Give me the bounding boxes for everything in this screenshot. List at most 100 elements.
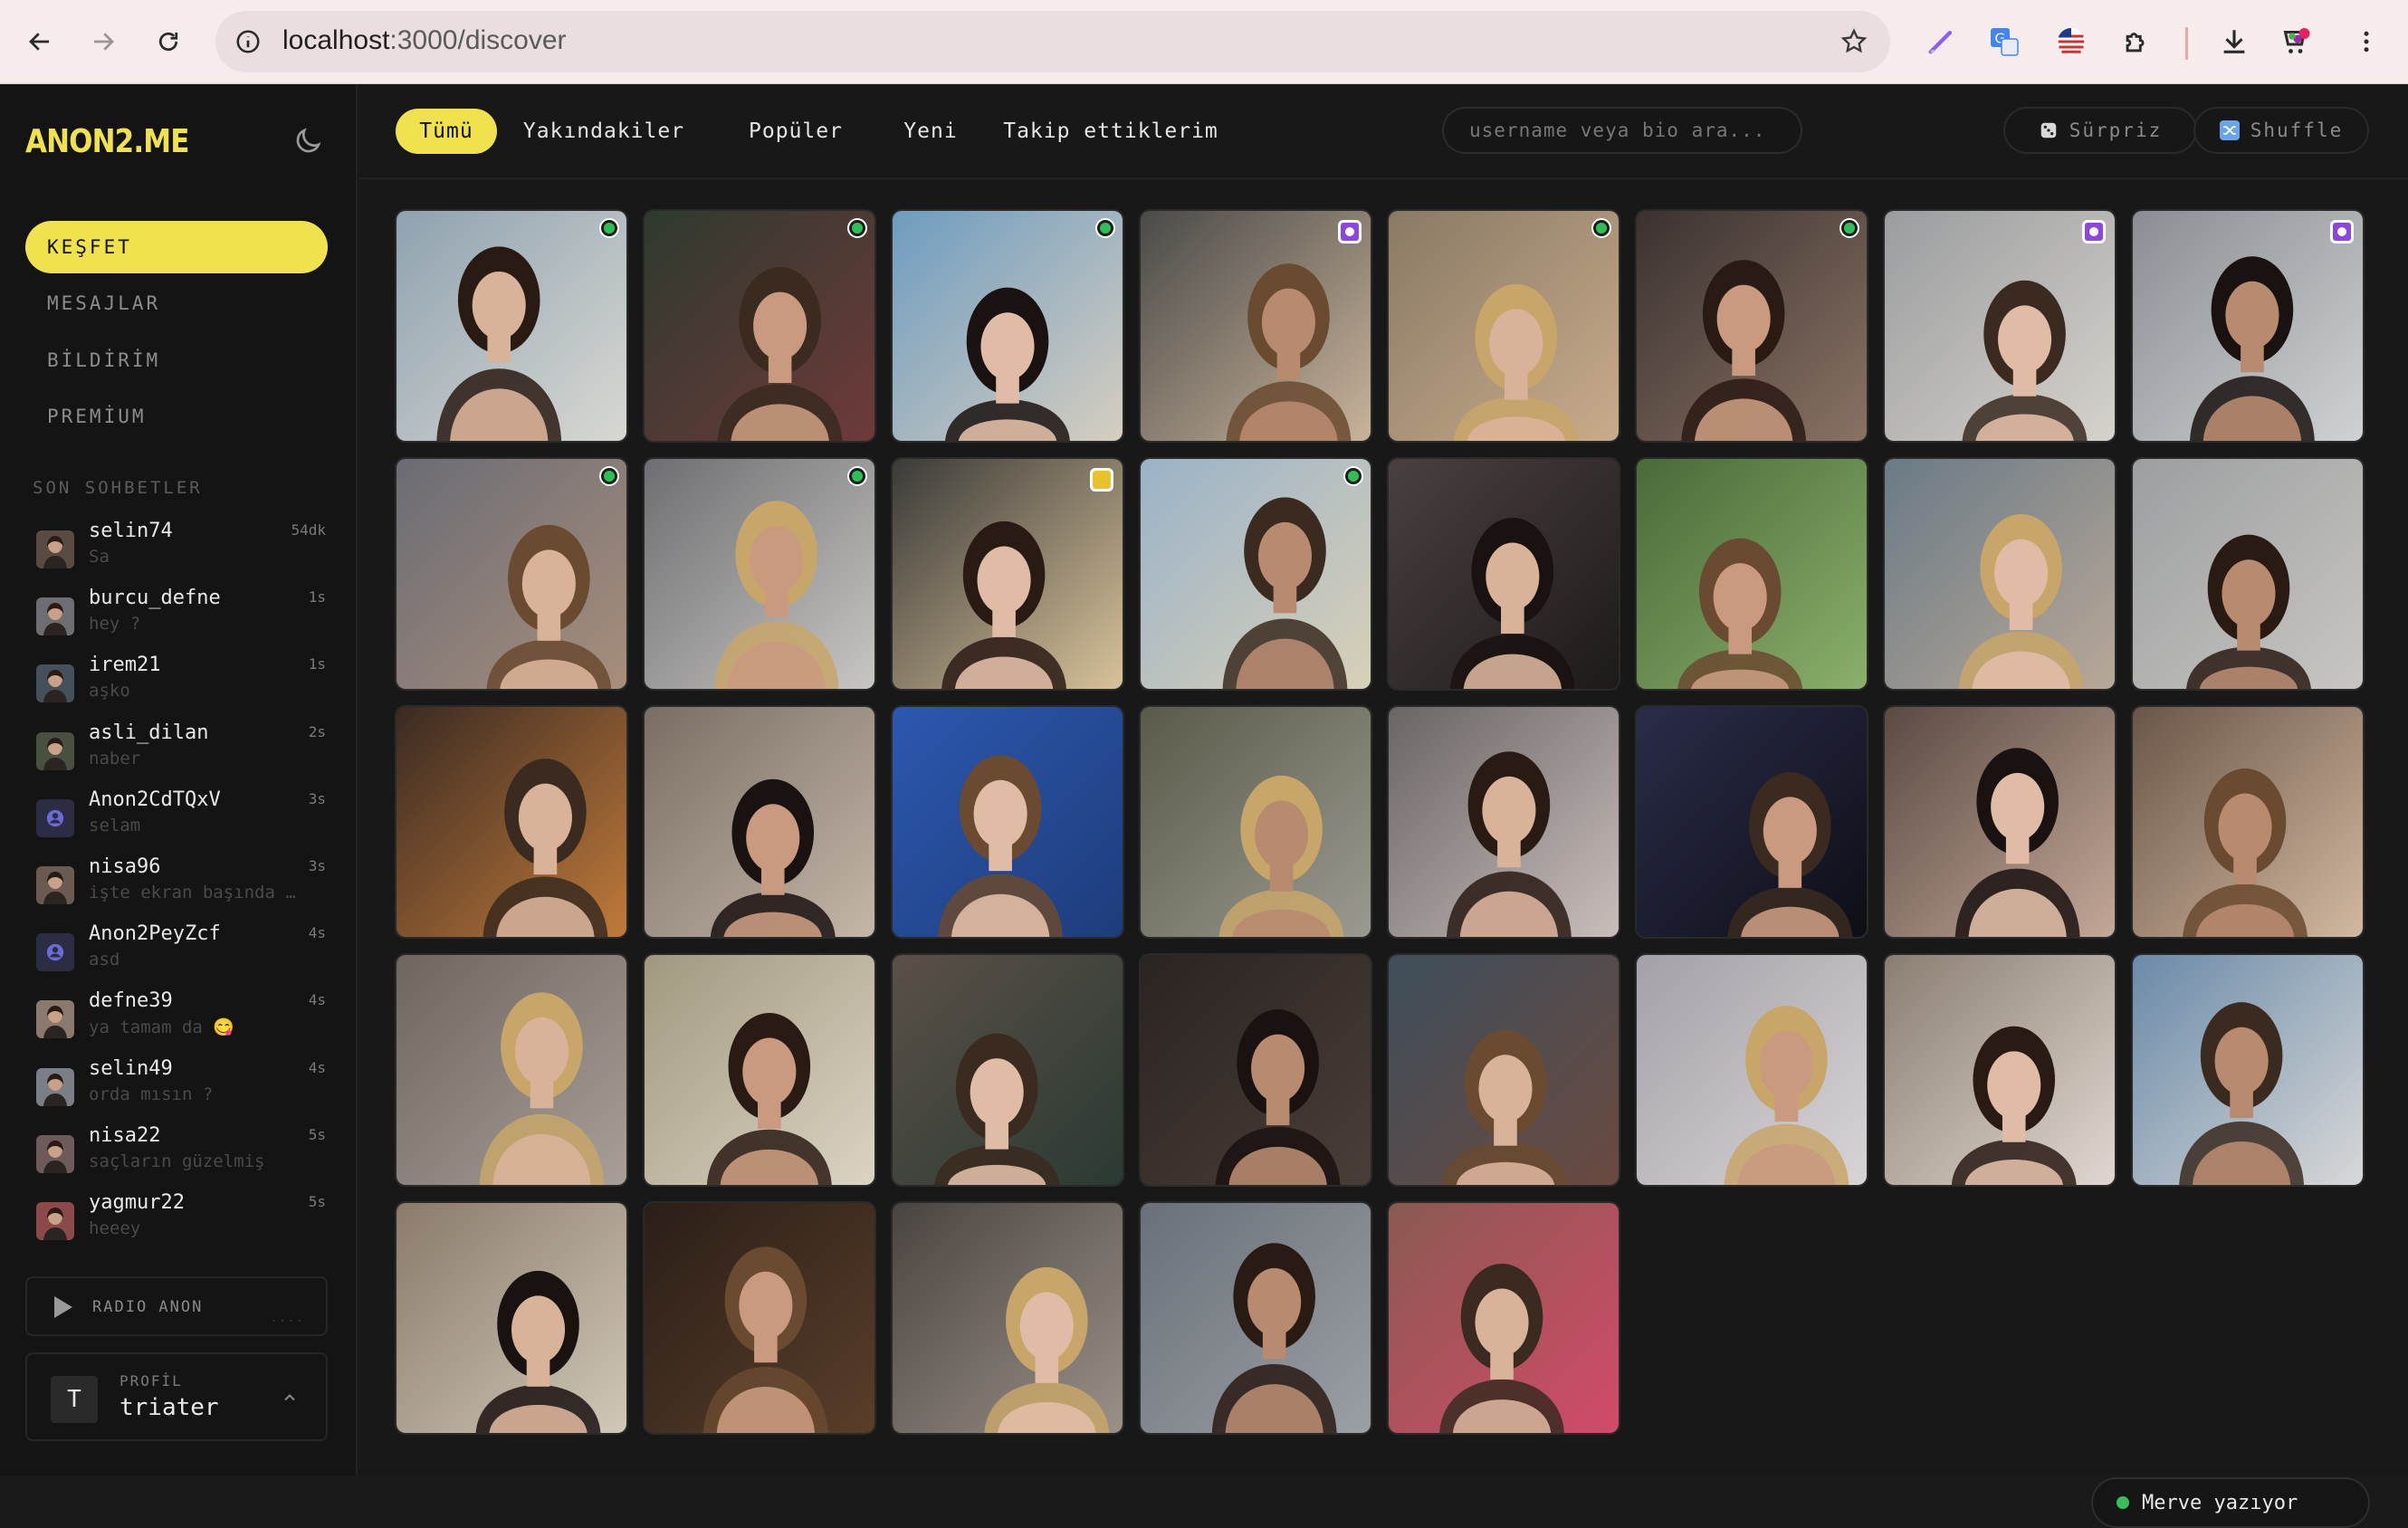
profile-card[interactable] bbox=[1139, 705, 1372, 939]
profile-card[interactable] bbox=[1139, 953, 1372, 1187]
profile-extension-icon[interactable] bbox=[2278, 22, 2317, 62]
chat-item[interactable]: asli_dilan naber 2s bbox=[36, 721, 326, 778]
profile-card[interactable] bbox=[891, 953, 1124, 1187]
chat-item[interactable]: Anon2CdTQxV selam 3s bbox=[36, 788, 326, 845]
profile-card[interactable] bbox=[395, 705, 628, 939]
chat-avatar bbox=[36, 597, 74, 636]
profile-photo bbox=[1637, 459, 1867, 689]
profile-card[interactable] bbox=[395, 953, 628, 1187]
profile-card[interactable] bbox=[1883, 457, 2117, 691]
profile-card[interactable] bbox=[1387, 457, 1620, 691]
profile-card[interactable] bbox=[2131, 705, 2365, 939]
profile-photo bbox=[397, 955, 626, 1185]
chat-item[interactable]: selin49 orda mısın ? 4s bbox=[36, 1057, 326, 1113]
profile-photo bbox=[645, 707, 874, 937]
shuffle-label: Shuffle bbox=[2250, 119, 2344, 141]
profile-card[interactable] bbox=[891, 1201, 1124, 1435]
nav-item-notifications[interactable]: BİLDİRİM bbox=[25, 334, 328, 387]
search-input[interactable] bbox=[1442, 107, 1802, 154]
chat-item[interactable]: defne39 ya tamam da 😋 4s bbox=[36, 989, 326, 1046]
surprise-button[interactable]: Sürpriz bbox=[2003, 107, 2197, 154]
profile-card[interactable] bbox=[643, 457, 876, 691]
chat-avatar bbox=[36, 731, 74, 770]
dark-mode-toggle-icon[interactable] bbox=[291, 125, 328, 161]
browser-toolbar: localhost:3000/discover G bbox=[0, 0, 2408, 84]
nav-item-discover[interactable]: KEŞFET bbox=[25, 221, 328, 273]
address-bar[interactable]: localhost:3000/discover bbox=[215, 11, 1890, 72]
more-menu-icon[interactable] bbox=[2346, 22, 2386, 62]
profile-card[interactable] bbox=[1139, 1201, 1372, 1435]
profile-photo bbox=[1389, 707, 1619, 937]
translate-extension-icon[interactable]: G bbox=[1984, 22, 2024, 62]
profile-card[interactable] bbox=[395, 457, 628, 691]
tab-popular[interactable]: Popüler bbox=[739, 109, 853, 154]
profile-card[interactable] bbox=[1883, 953, 2117, 1187]
extensions-puzzle-icon[interactable] bbox=[2117, 22, 2156, 62]
app-logo[interactable]: ANON2.ME bbox=[25, 123, 189, 160]
nav-item-premium[interactable]: PREMİUM bbox=[25, 390, 328, 443]
tab-all[interactable]: Tümü bbox=[396, 109, 497, 154]
profile-card[interactable] bbox=[1387, 1201, 1620, 1435]
chat-item[interactable]: nisa96 işte ekran başında … 3s bbox=[36, 855, 326, 912]
tab-following[interactable]: Takip ettiklerim bbox=[1001, 109, 1220, 154]
back-icon[interactable] bbox=[18, 20, 62, 63]
profile-card[interactable] bbox=[891, 457, 1124, 691]
tab-new[interactable]: Yeni bbox=[890, 109, 971, 154]
profile-card[interactable] bbox=[1387, 953, 1620, 1187]
bookmark-star-icon[interactable] bbox=[1836, 24, 1872, 60]
chat-item[interactable]: irem21 aşko 1s bbox=[36, 654, 326, 710]
profile-card[interactable] bbox=[643, 953, 876, 1187]
chat-item[interactable]: yagmur22 heeey 5s bbox=[36, 1191, 326, 1247]
chat-item[interactable]: burcu_defne hey ? 1s bbox=[36, 587, 326, 643]
us-flag-extension-icon[interactable] bbox=[2051, 22, 2091, 62]
profile-card[interactable] bbox=[1635, 953, 1868, 1187]
download-icon[interactable] bbox=[2214, 22, 2254, 62]
forward-icon[interactable] bbox=[81, 20, 125, 63]
profile-photo bbox=[1389, 459, 1619, 689]
profile-card[interactable] bbox=[2131, 953, 2365, 1187]
pen-extension-icon[interactable] bbox=[1921, 22, 1961, 62]
chat-item[interactable]: nisa22 saçların güzelmiş 5s bbox=[36, 1124, 326, 1180]
shuffle-button[interactable]: Shuffle bbox=[2193, 107, 2369, 154]
profile-card[interactable] bbox=[1883, 705, 2117, 939]
profile-card[interactable] bbox=[1635, 457, 1868, 691]
play-icon[interactable] bbox=[54, 1296, 72, 1318]
online-badge-icon bbox=[1593, 220, 1610, 236]
typing-indicator[interactable]: Merve yazıyor bbox=[2091, 1477, 2370, 1528]
profile-card[interactable] bbox=[643, 705, 876, 939]
profile-card[interactable] bbox=[395, 209, 628, 443]
profile-card[interactable] bbox=[1139, 209, 1372, 443]
site-info-icon[interactable] bbox=[230, 24, 266, 60]
profile-card[interactable] bbox=[643, 1201, 876, 1435]
radio-player[interactable]: RADIO ANON .... bbox=[25, 1276, 328, 1336]
chat-last-message: işte ekran başında … bbox=[89, 883, 296, 902]
reload-icon[interactable] bbox=[147, 20, 190, 63]
nav-item-messages[interactable]: MESAJLAR bbox=[25, 277, 328, 329]
profile-card[interactable] bbox=[2131, 457, 2365, 691]
tab-nearby[interactable]: Yakındakiler bbox=[518, 109, 690, 154]
profile-card[interactable] bbox=[891, 209, 1124, 443]
profile-card[interactable] bbox=[1139, 457, 1372, 691]
profile-menu[interactable]: T PROFİL triater bbox=[25, 1352, 328, 1441]
radio-visualizer: .... bbox=[270, 1311, 304, 1325]
profile-card[interactable] bbox=[2131, 209, 2365, 443]
chat-avatar bbox=[36, 664, 74, 703]
profile-card[interactable] bbox=[1387, 209, 1620, 443]
profile-card[interactable] bbox=[1883, 209, 2117, 443]
profile-card[interactable] bbox=[891, 705, 1124, 939]
profile-photo bbox=[645, 211, 874, 441]
profile-card[interactable] bbox=[643, 209, 876, 443]
chat-item[interactable]: Anon2PeyZcf asd 4s bbox=[36, 922, 326, 979]
chat-item[interactable]: selin74 Sa 54dk bbox=[36, 520, 326, 576]
chat-timestamp: 5s bbox=[308, 1125, 326, 1143]
chevron-up-icon[interactable] bbox=[281, 1389, 299, 1407]
chat-username: selin49 bbox=[89, 1056, 173, 1080]
profile-card[interactable] bbox=[1635, 209, 1868, 443]
profile-card[interactable] bbox=[1635, 705, 1868, 939]
profile-card[interactable] bbox=[395, 1201, 628, 1435]
profile-photo bbox=[893, 459, 1123, 689]
chat-last-message: hey ? bbox=[89, 614, 141, 635]
chat-last-message: saçların güzelmiş bbox=[89, 1151, 265, 1171]
profile-card[interactable] bbox=[1387, 705, 1620, 939]
profile-photo bbox=[397, 211, 626, 441]
